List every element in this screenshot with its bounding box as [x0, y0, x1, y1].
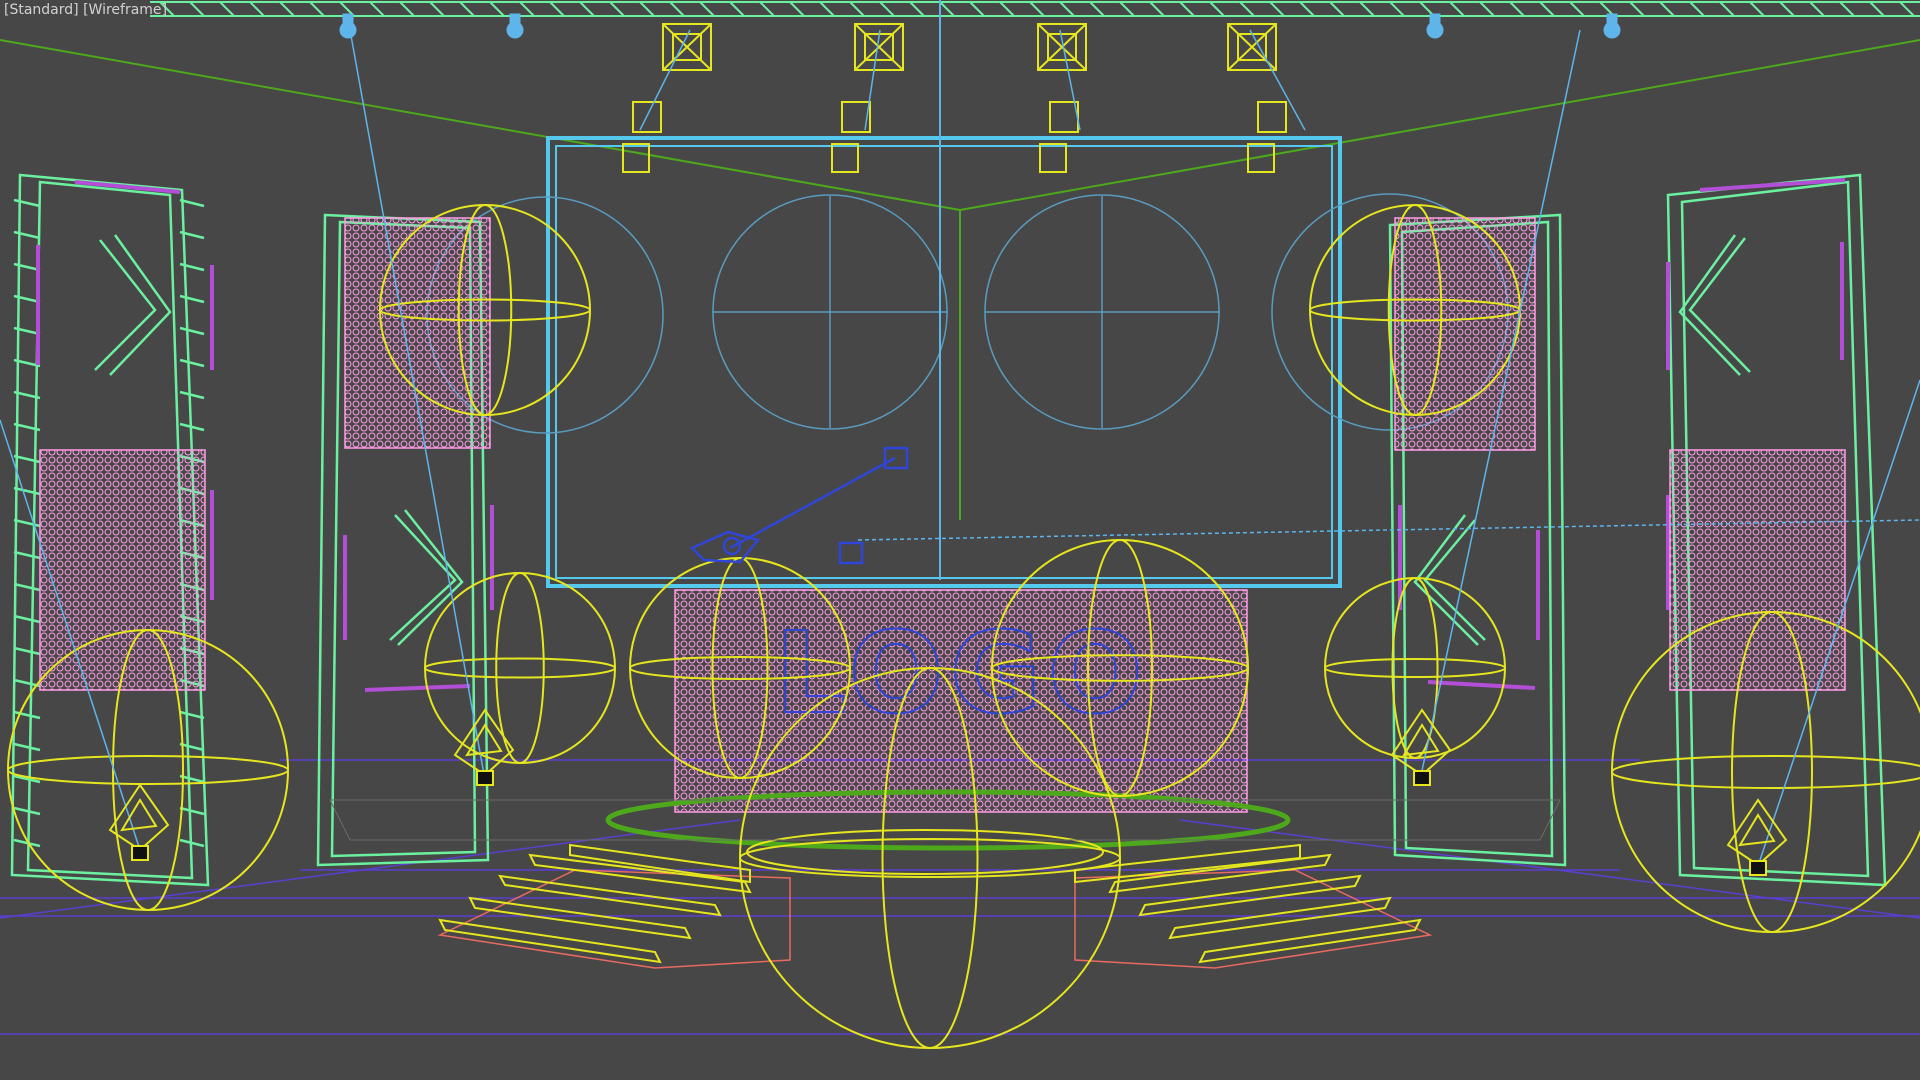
wireframe-scene[interactable]: LOGO: [0, 0, 1920, 1080]
floor-spot-light-1[interactable]: [453, 708, 515, 786]
top-truss: [150, 1, 1920, 17]
spot-lights-top[interactable]: [622, 23, 1287, 173]
ceiling-fixtures: [339, 13, 1621, 39]
floor-spot-light-3[interactable]: [1726, 798, 1788, 876]
top-spot-light-0[interactable]: [622, 23, 712, 173]
ceiling-lines: [0, 39, 1920, 520]
shading-mode-menu[interactable]: Wireframe: [89, 2, 162, 18]
omni-light-gizmo-4[interactable]: [1324, 577, 1506, 759]
viewport-label-close: ]: [161, 2, 168, 18]
viewport-label-mid: ] [: [73, 2, 89, 18]
viewport[interactable]: LOGO [Standard] [Wireframe]: [0, 0, 1920, 1080]
top-spot-light-2[interactable]: [1037, 23, 1087, 173]
floor-spot-light-2[interactable]: [1390, 708, 1452, 786]
viewport-label: [Standard] [Wireframe]: [4, 2, 167, 18]
view-name-menu[interactable]: Standard: [9, 2, 73, 18]
top-spot-light-1[interactable]: [831, 23, 904, 173]
selected-spot-light[interactable]: [689, 446, 909, 565]
top-spot-light-3[interactable]: [1227, 23, 1287, 173]
stairs-right[interactable]: [1074, 843, 1433, 969]
stairs-left[interactable]: [437, 843, 791, 969]
